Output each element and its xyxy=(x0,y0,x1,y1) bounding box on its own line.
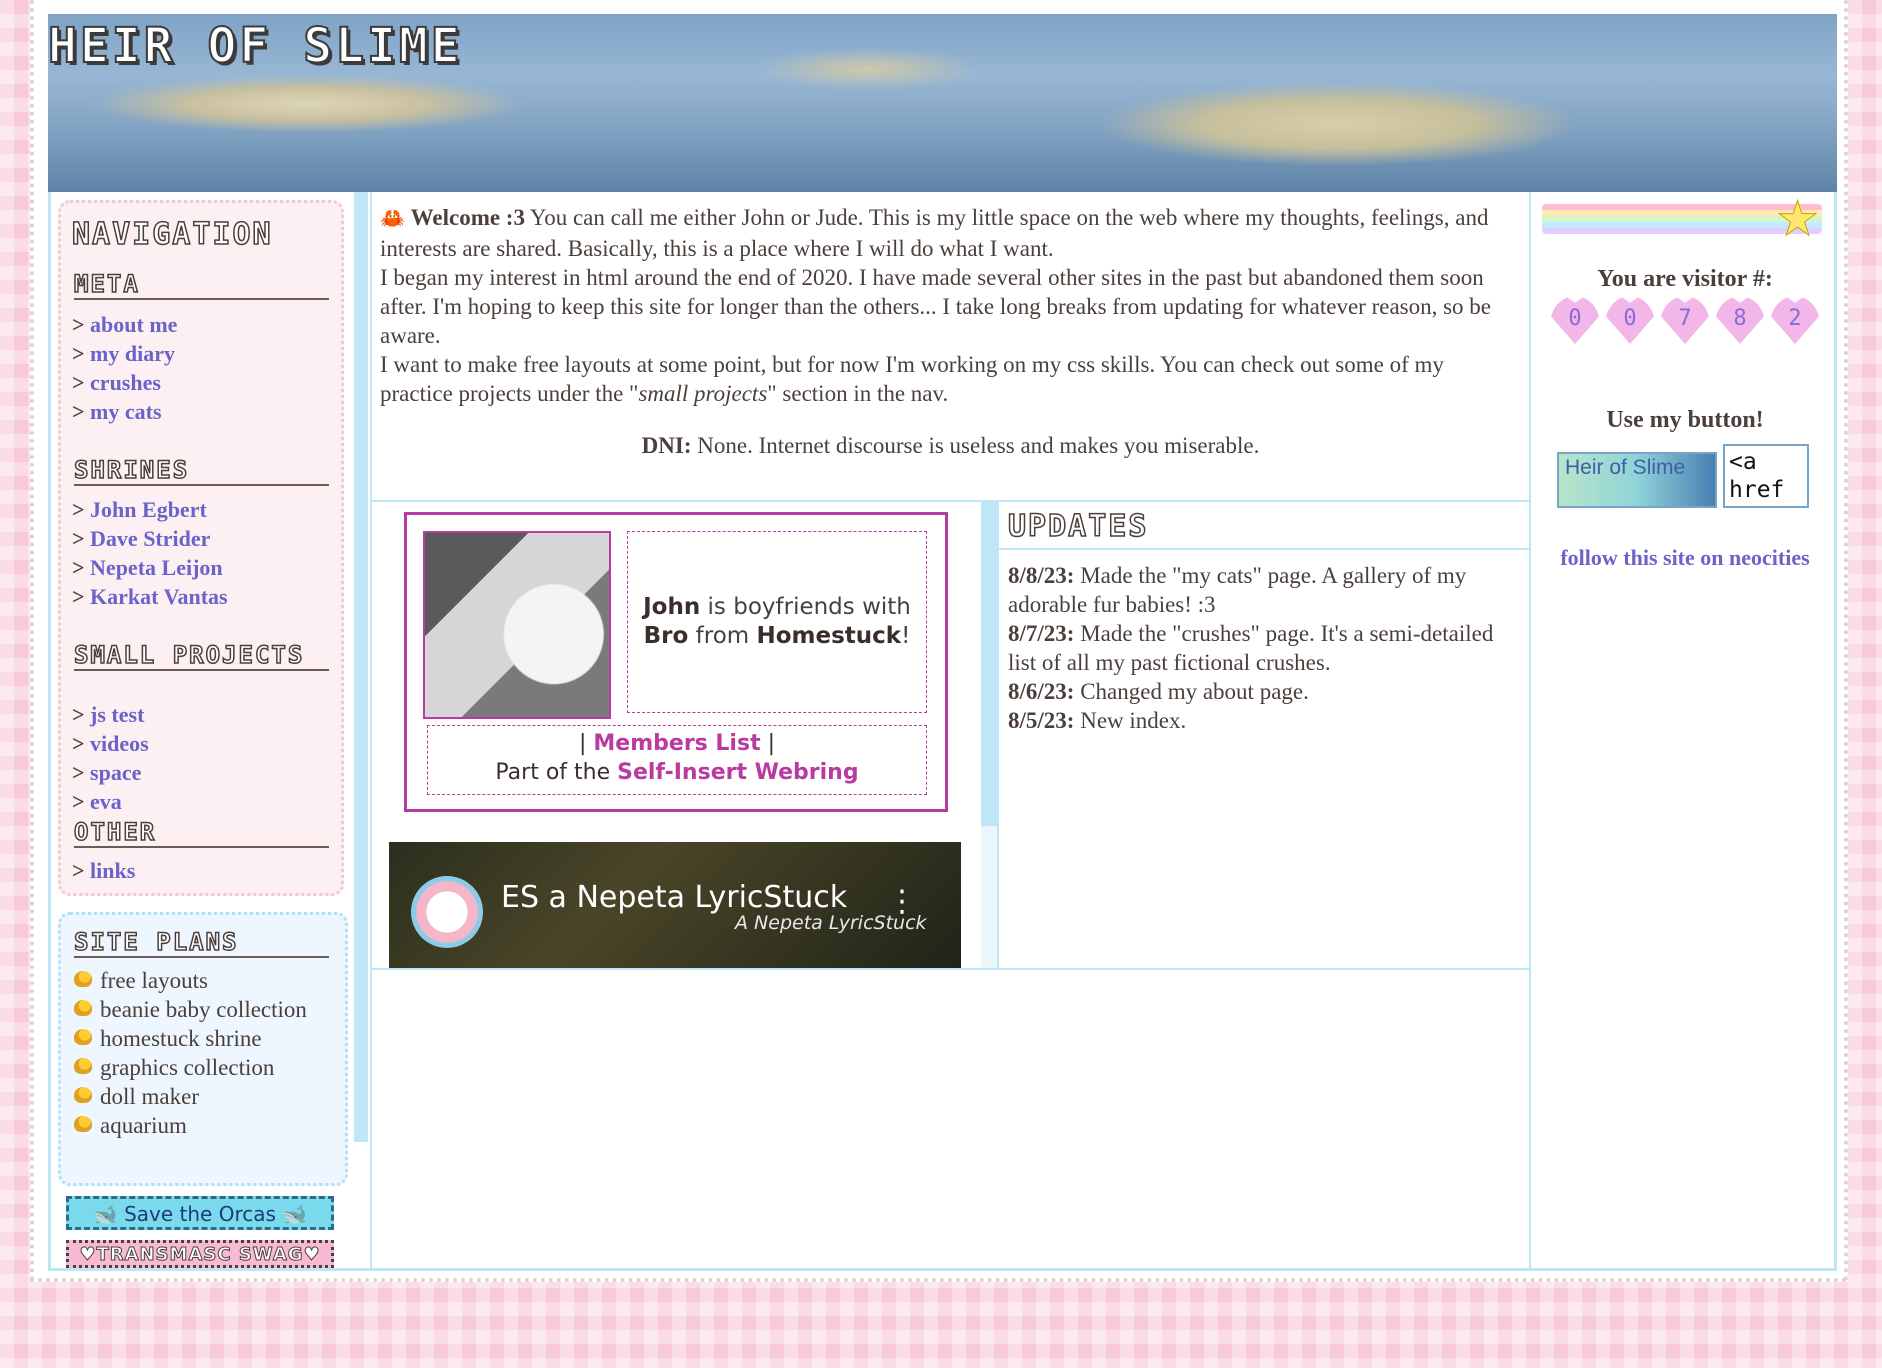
heart-digit: 0 xyxy=(1605,296,1655,344)
members-list-link[interactable]: Members List xyxy=(593,731,760,756)
button-code-textarea[interactable]: <a href xyxy=(1723,444,1809,508)
nav-link-about-me[interactable]: about me xyxy=(90,312,177,337)
welcome-paragraph-3: I want to make free layouts at some poin… xyxy=(380,352,1444,406)
nav-item[interactable]: > links xyxy=(72,856,135,885)
nav-item[interactable]: > eva xyxy=(72,787,149,816)
divider xyxy=(997,502,999,968)
welcome-paragraph-1: 🦀 Welcome :3 You can call me either John… xyxy=(380,205,1489,261)
nav-link-videos[interactable]: videos xyxy=(90,731,149,756)
nav-section-other: OTHER xyxy=(73,819,329,848)
visitor-counter-label: You are visitor #: xyxy=(1597,266,1773,292)
nav-item[interactable]: > my cats xyxy=(72,397,177,426)
duck-icon xyxy=(74,1000,92,1016)
nav-item[interactable]: > crushes xyxy=(72,368,177,397)
heart-digit: 2 xyxy=(1770,296,1820,344)
nav-item[interactable]: > Nepeta Leijon xyxy=(72,553,228,582)
update-entry: 8/8/23: Made the "my cats" page. A galle… xyxy=(1008,563,1467,617)
site-plans-heading: SITE PLANS xyxy=(73,929,329,958)
nav-link-my-cats[interactable]: my cats xyxy=(90,399,161,424)
nav-link-my-diary[interactable]: my diary xyxy=(90,341,175,366)
channel-avatar[interactable] xyxy=(411,876,483,948)
plan-item: homestuck shrine xyxy=(74,1024,324,1053)
video-title[interactable]: ES a Nepeta LyricStuck xyxy=(501,880,847,915)
nav-item[interactable]: > John Egbert xyxy=(72,495,228,524)
divider xyxy=(999,548,1529,550)
nav-item[interactable]: > Dave Strider xyxy=(72,524,228,553)
plan-item: beanie baby collection xyxy=(74,995,324,1024)
nav-list-small-projects: > js test > videos > space > eva xyxy=(72,700,149,816)
nav-link-nepeta-leijon[interactable]: Nepeta Leijon xyxy=(90,555,223,580)
plan-item: graphics collection xyxy=(74,1053,324,1082)
update-entry: 8/5/23: New index. xyxy=(1008,708,1187,733)
nav-link-crushes[interactable]: crushes xyxy=(90,370,161,395)
update-entry: 8/7/23: Made the "crushes" page. It's a … xyxy=(1008,621,1494,675)
plan-item: free layouts xyxy=(74,966,324,995)
welcome-text: 🦀 Welcome :3 You can call me either John… xyxy=(380,203,1520,408)
neocities-follow: follow this site on neocities xyxy=(1540,545,1830,571)
nav-list-other: > links xyxy=(72,856,135,885)
webring-links: | Members List | Part of the Self-Insert… xyxy=(427,725,927,795)
star-icon: ★ xyxy=(1775,193,1820,246)
heart-digit: 7 xyxy=(1660,296,1710,344)
orca-icon: 🐋 xyxy=(92,1202,118,1226)
orca-icon: 🐋 xyxy=(282,1202,308,1226)
heart-digit: 0 xyxy=(1550,296,1600,344)
site-button-88x31[interactable]: Heir of Slime xyxy=(1557,452,1717,508)
plan-item: doll maker xyxy=(74,1082,324,1111)
nav-list-shrines: > John Egbert > Dave Strider > Nepeta Le… xyxy=(72,495,228,611)
crab-icon: 🦀 xyxy=(380,208,405,230)
nav-link-karkat-vantas[interactable]: Karkat Vantas xyxy=(90,584,228,609)
divider xyxy=(372,500,1529,502)
site-title: HEIR OF SLIME xyxy=(48,17,463,75)
nav-item[interactable]: > js test xyxy=(72,700,149,729)
updates-list: 8/8/23: Made the "my cats" page. A galle… xyxy=(1008,561,1518,735)
nav-link-links[interactable]: links xyxy=(90,858,135,883)
duck-icon xyxy=(74,971,92,987)
webring-character-image[interactable] xyxy=(423,531,611,719)
self-insert-webring-link[interactable]: Self-Insert Webring xyxy=(617,760,858,785)
nav-title: NAVIGATION xyxy=(71,217,273,252)
neocities-follow-link[interactable]: follow this site on neocities xyxy=(1560,545,1809,570)
header-banner: HEIR OF SLIME xyxy=(48,14,1837,192)
duck-icon xyxy=(74,1029,92,1045)
nav-link-space[interactable]: space xyxy=(90,760,141,785)
nav-link-john-egbert[interactable]: John Egbert xyxy=(90,497,207,522)
dni-line: DNI: None. Internet discourse is useless… xyxy=(641,433,1260,458)
webring-widget: John is boyfriends with Bro from Homestu… xyxy=(404,512,948,812)
duck-icon xyxy=(74,1087,92,1103)
nav-item[interactable]: > Karkat Vantas xyxy=(72,582,228,611)
nav-item[interactable]: > videos xyxy=(72,729,149,758)
updates-heading: UPDATES xyxy=(1007,509,1149,544)
duck-icon xyxy=(74,1058,92,1074)
video-overlay-text: A Nepeta LyricStuck xyxy=(735,912,927,934)
nav-section-shrines: SHRINES xyxy=(73,457,329,486)
youtube-embed[interactable]: ES a Nepeta LyricStuck ⋮ A Nepeta LyricS… xyxy=(389,842,961,968)
site-plans-list: free layouts beanie baby collection home… xyxy=(74,966,324,1140)
transmasc-swag-stamp[interactable]: ♥TRANSMASC SWAG♥ xyxy=(66,1240,334,1268)
left-scrollbar[interactable] xyxy=(354,192,368,1142)
nav-item[interactable]: > my diary xyxy=(72,339,177,368)
nav-link-dave-strider[interactable]: Dave Strider xyxy=(90,526,210,551)
heart-digit: 8 xyxy=(1715,296,1765,344)
nav-link-js-test[interactable]: js test xyxy=(90,702,144,727)
plan-item: aquarium xyxy=(74,1111,324,1140)
divider xyxy=(1529,192,1531,1269)
welcome-paragraph-2: I began my interest in html around the e… xyxy=(380,265,1492,348)
nav-item[interactable]: > space xyxy=(72,758,149,787)
divider xyxy=(372,968,1529,970)
update-entry: 8/6/23: Changed my about page. xyxy=(1008,679,1309,704)
middle-scrollbar-thumb[interactable] xyxy=(981,502,997,826)
nav-item[interactable]: > about me xyxy=(72,310,177,339)
button-label: Use my button! xyxy=(1606,407,1764,433)
webring-description: John is boyfriends with Bro from Homestu… xyxy=(627,531,927,713)
save-the-orcas-stamp[interactable]: 🐋 Save the Orcas 🐋 xyxy=(66,1196,334,1230)
nav-link-eva[interactable]: eva xyxy=(90,789,122,814)
duck-icon xyxy=(74,1116,92,1132)
visitor-counter: 0 0 7 8 2 xyxy=(1550,296,1820,344)
divider xyxy=(370,192,372,1269)
nav-section-small-projects: SMALL PROJECTS xyxy=(73,642,329,671)
nav-list-meta: > about me > my diary > crushes > my cat… xyxy=(72,310,177,426)
nav-section-meta: META xyxy=(73,271,329,300)
